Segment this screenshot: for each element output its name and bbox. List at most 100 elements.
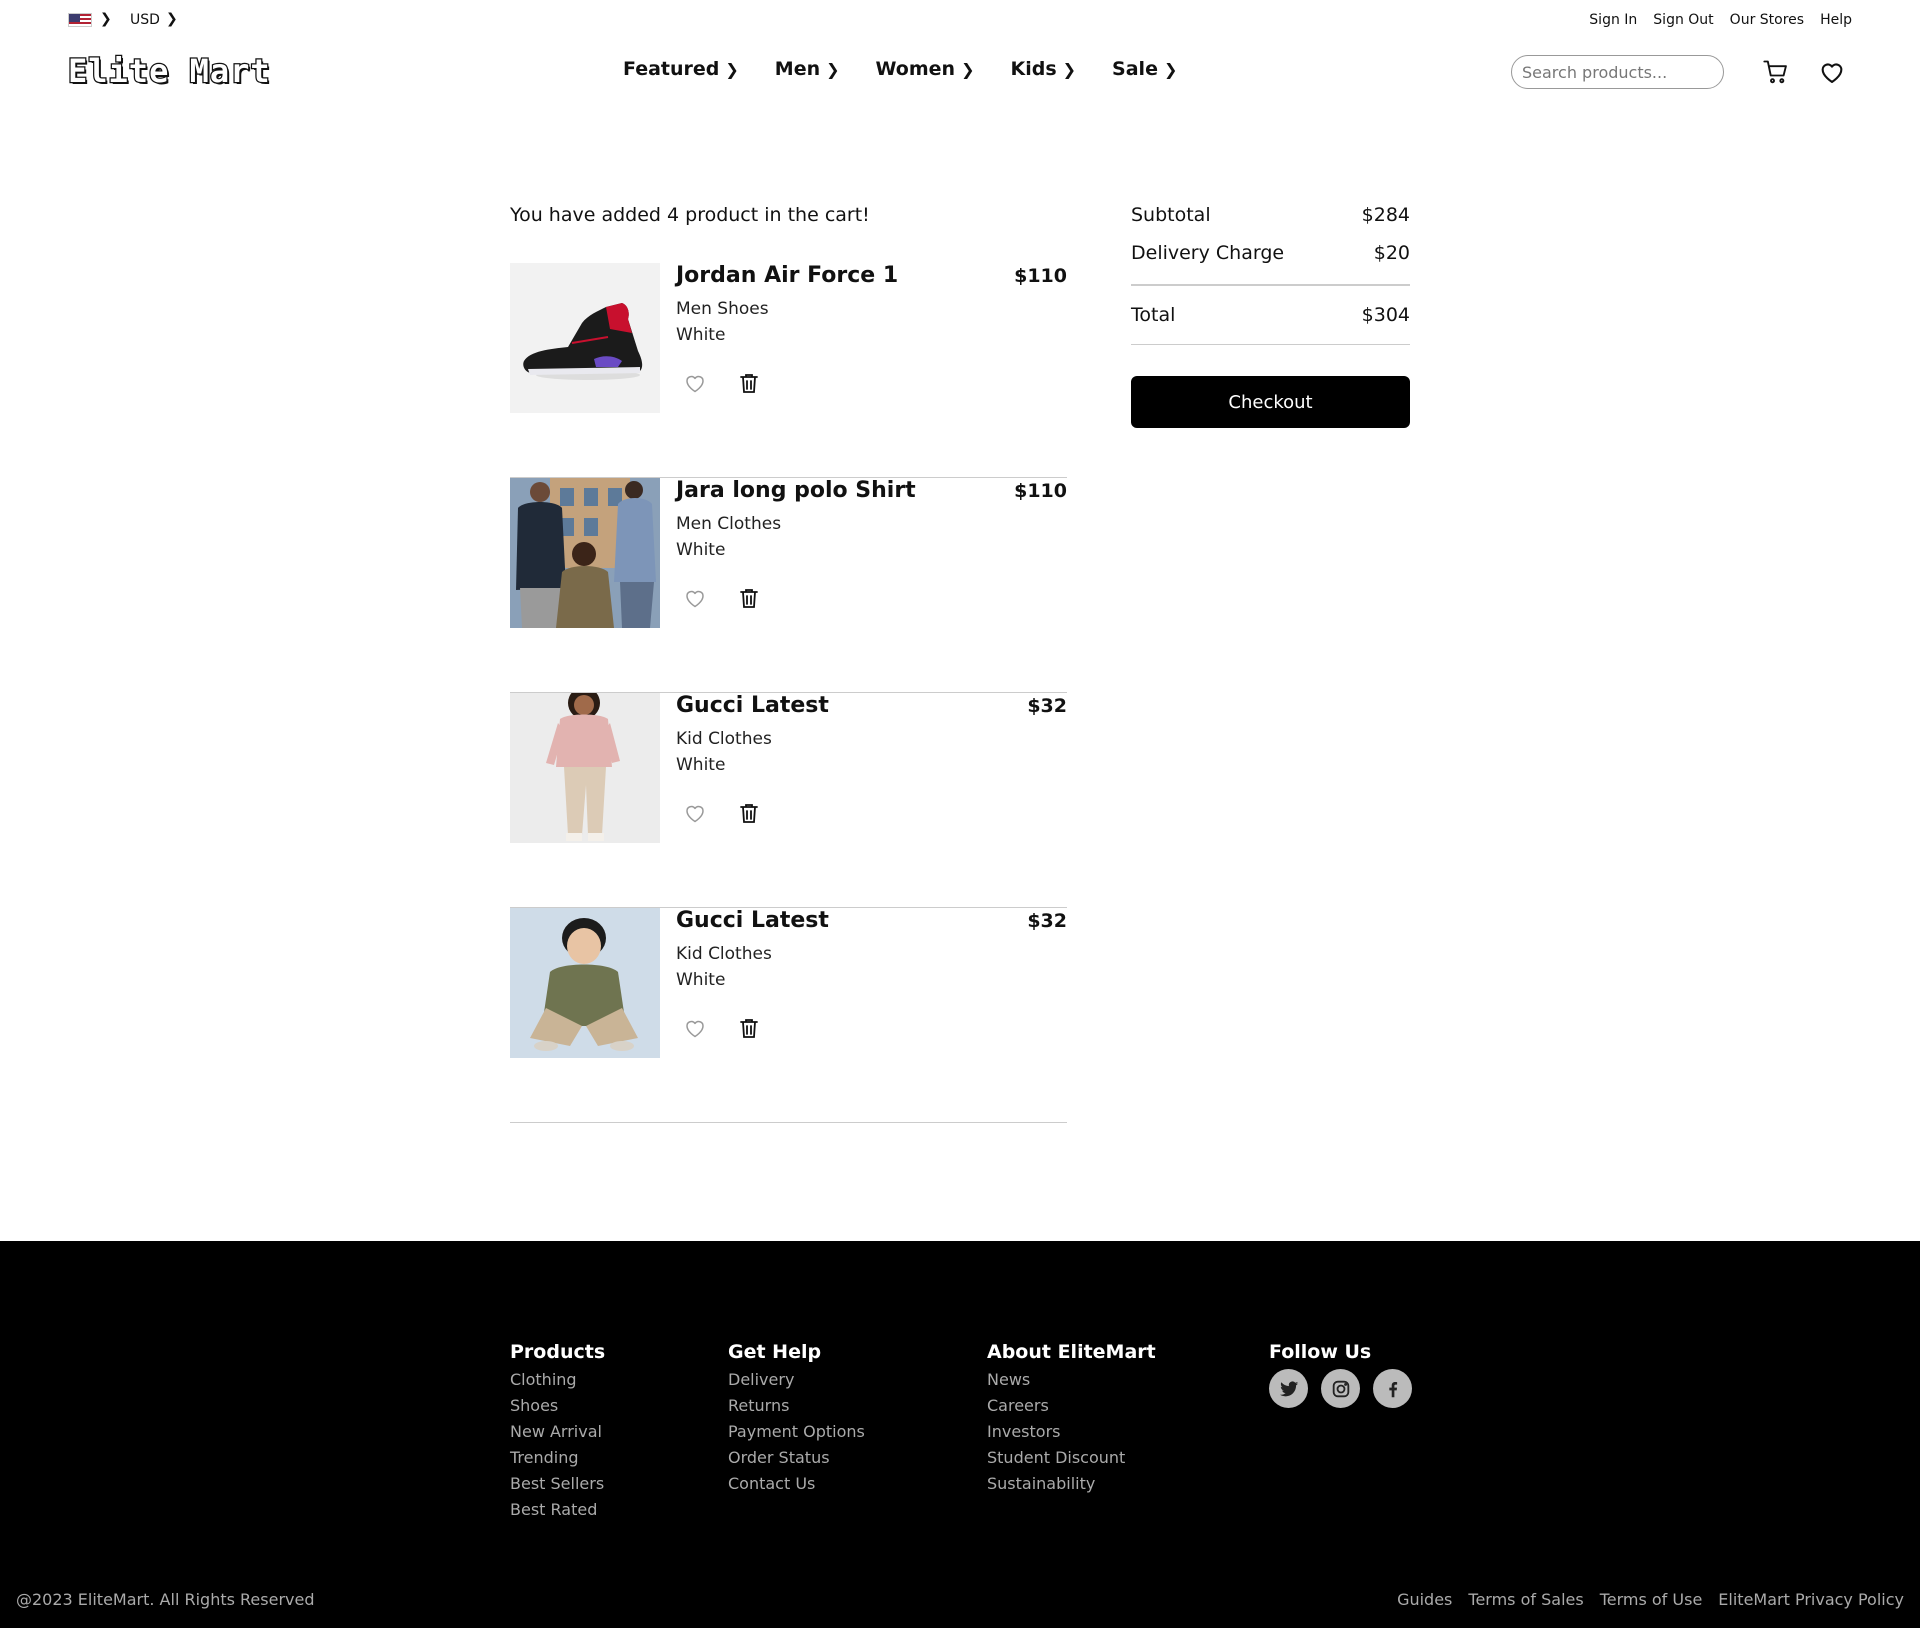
trash-icon[interactable] [737, 371, 761, 395]
footer-heading: Products [510, 1341, 606, 1363]
footer-link[interactable]: Order Status [728, 1445, 865, 1471]
footer-link[interactable]: New Arrival [510, 1419, 605, 1445]
privacy-policy-link[interactable]: EliteMart Privacy Policy [1718, 1590, 1904, 1609]
item-name[interactable]: Gucci Latest [676, 693, 829, 718]
footer-link[interactable]: Returns [728, 1393, 865, 1419]
item-name[interactable]: Jordan Air Force 1 [676, 263, 898, 288]
item-name[interactable]: Gucci Latest [676, 908, 829, 933]
guides-link[interactable]: Guides [1397, 1590, 1452, 1609]
chevron-right-icon: ❯ [961, 59, 975, 79]
item-color: White [676, 970, 726, 990]
help-link[interactable]: Help [1820, 12, 1852, 28]
footer-link[interactable]: Clothing [510, 1367, 605, 1393]
item-actions [683, 1016, 761, 1040]
chevron-right-icon[interactable]: ❯ [100, 11, 112, 27]
chevron-right-icon: ❯ [1163, 59, 1178, 79]
heart-icon[interactable] [1818, 58, 1846, 86]
divider [1131, 343, 1410, 345]
cart-item: Jara long polo Shirt $110 Men Clothes Wh… [510, 478, 1067, 693]
twitter-icon[interactable] [1269, 1369, 1308, 1408]
boy-green-sweater-photo[interactable] [510, 908, 660, 1058]
subtotal-label: Subtotal [1131, 204, 1211, 226]
checkout-button[interactable]: Checkout [1131, 376, 1410, 428]
logo[interactable]: Elite Mart [67, 51, 271, 92]
footer-link[interactable]: News [987, 1367, 1156, 1393]
item-category: Kid Clothes [676, 944, 772, 964]
footer-link[interactable]: Best Sellers [510, 1471, 605, 1497]
nav-label: Featured [623, 58, 720, 80]
subtotal-row: Subtotal $284 [1131, 204, 1410, 226]
total-row: Total $304 [1131, 304, 1410, 326]
cart-item: Jordan Air Force 1 $110 Men Shoes White [510, 263, 1067, 478]
item-color: White [676, 540, 726, 560]
currency-selector[interactable]: USD [130, 12, 160, 28]
facebook-icon[interactable] [1373, 1369, 1412, 1408]
footer: Products Clothing Shoes New Arrival Tren… [0, 1241, 1920, 1628]
cart-item: Gucci Latest $32 Kid Clothes White [510, 693, 1067, 908]
subtotal-value: $284 [1361, 204, 1410, 226]
wishlist-heart-icon[interactable] [683, 371, 707, 395]
wishlist-heart-icon[interactable] [683, 1016, 707, 1040]
footer-heading: About EliteMart [987, 1341, 1156, 1363]
divider [1131, 284, 1410, 286]
delivery-value: $20 [1373, 242, 1410, 264]
girl-pink-sweater-photo[interactable] [510, 693, 660, 843]
wishlist-heart-icon[interactable] [683, 801, 707, 825]
item-color: White [676, 755, 726, 775]
item-actions [683, 801, 761, 825]
our-stores-link[interactable]: Our Stores [1730, 12, 1804, 28]
item-category: Men Shoes [676, 299, 769, 319]
item-price: $110 [1014, 480, 1067, 502]
footer-heading: Get Help [728, 1341, 822, 1363]
sneaker-image[interactable] [510, 263, 660, 413]
total-value: $304 [1361, 303, 1410, 326]
footer-link[interactable]: Investors [987, 1419, 1156, 1445]
item-category: Men Clothes [676, 514, 782, 534]
item-name[interactable]: Jara long polo Shirt [676, 478, 916, 503]
item-price: $32 [1027, 910, 1067, 932]
footer-column-help: Get Help Delivery Returns Payment Option… [728, 1341, 865, 1497]
footer-link[interactable]: Sustainability [987, 1471, 1156, 1497]
footer-link[interactable]: Careers [987, 1393, 1156, 1419]
sign-out-link[interactable]: Sign Out [1653, 12, 1713, 28]
utility-bar: ❯ USD ❯ Sign In Sign Out Our Stores Help [0, 0, 1920, 40]
nav-label: Kids [1010, 58, 1057, 80]
footer-link[interactable]: Student Discount [987, 1445, 1156, 1471]
item-price: $110 [1014, 265, 1067, 287]
footer-link[interactable]: Payment Options [728, 1419, 865, 1445]
footer-link[interactable]: Shoes [510, 1393, 605, 1419]
utility-links: Sign In Sign Out Our Stores Help [1589, 12, 1852, 28]
delivery-row: Delivery Charge $20 [1131, 242, 1410, 264]
nav-men[interactable]: Men ❯ [775, 58, 840, 80]
cart-heading: You have added 4 product in the cart! [510, 204, 870, 226]
terms-of-use-link[interactable]: Terms of Use [1600, 1590, 1703, 1609]
main-nav: Featured ❯ Men ❯ Women ❯ Kids ❯ Sale ❯ [623, 58, 1177, 80]
nav-women[interactable]: Women ❯ [876, 58, 975, 80]
trash-icon[interactable] [737, 1016, 761, 1040]
nav-kids[interactable]: Kids ❯ [1010, 58, 1076, 80]
footer-link[interactable]: Contact Us [728, 1471, 865, 1497]
chevron-right-icon[interactable]: ❯ [166, 11, 178, 27]
nav-sale[interactable]: Sale ❯ [1112, 58, 1177, 80]
item-category: Kid Clothes [676, 729, 772, 749]
trash-icon[interactable] [737, 801, 761, 825]
legal-links: Guides Terms of Sales Terms of Use Elite… [1397, 1590, 1904, 1609]
trash-icon[interactable] [737, 586, 761, 610]
nav-featured[interactable]: Featured ❯ [623, 58, 739, 80]
instagram-icon[interactable] [1321, 1369, 1360, 1408]
search-input[interactable] [1511, 55, 1724, 89]
sign-in-link[interactable]: Sign In [1589, 12, 1637, 28]
terms-of-sales-link[interactable]: Terms of Sales [1468, 1590, 1583, 1609]
footer-link[interactable]: Trending [510, 1445, 605, 1471]
cart-icon[interactable] [1762, 58, 1790, 86]
chevron-right-icon: ❯ [826, 59, 840, 79]
chevron-right-icon: ❯ [725, 59, 739, 79]
wishlist-heart-icon[interactable] [683, 586, 707, 610]
item-actions [683, 371, 761, 395]
footer-heading: Follow Us [1269, 1341, 1372, 1363]
street-group-photo[interactable] [510, 478, 660, 628]
footer-link[interactable]: Delivery [728, 1367, 865, 1393]
footer-link[interactable]: Best Rated [510, 1497, 605, 1523]
us-flag-icon[interactable] [68, 13, 92, 27]
nav-label: Men [774, 58, 821, 80]
